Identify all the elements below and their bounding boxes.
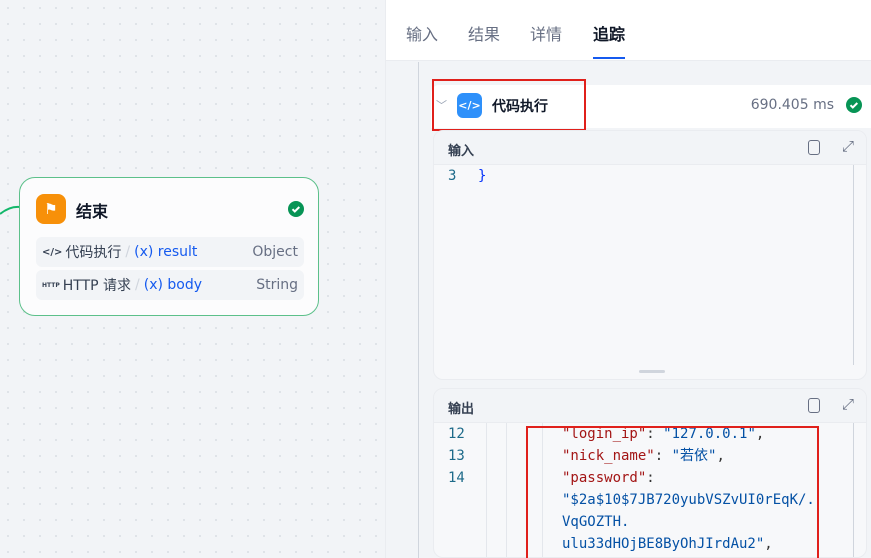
highlight-box [432,79,586,131]
end-flag-icon: ⚑ [36,194,66,224]
var-source: HTTP 请求 [62,278,132,294]
highlight-box [526,426,819,558]
scrollbar[interactable] [853,165,854,365]
scrollbar[interactable] [853,423,854,557]
line-number: 13 [448,448,465,464]
copy-icon[interactable] [808,140,820,155]
tab-detail[interactable]: 详情 [530,21,562,45]
tab-bar: 输入 结果 详情 追踪 [386,0,871,61]
output-var-row[interactable]: </> 代码执行 / (x) result Object [36,237,304,267]
success-check-icon [288,201,304,217]
output-var-row[interactable]: HTTP HTTP 请求 / (x) body String [36,270,304,300]
line-number: 14 [448,470,465,486]
expand-icon[interactable]: ⤢ [842,395,854,413]
output-card-label: 输出 [448,402,475,417]
tab-result[interactable]: 结果 [468,21,500,45]
trace-duration: 690.405 ms [750,97,834,113]
end-node[interactable]: ⚑ 结束 </> 代码执行 / (x) result Object HTTP HT… [19,177,319,316]
var-source: 代码执行 [65,245,122,261]
input-card: 输入 ⤢ 3 } [433,130,867,380]
line-number: 12 [448,426,465,442]
node-title: 结束 [76,202,109,221]
copy-icon[interactable] [808,398,820,413]
line-number: 3 [448,168,457,184]
input-card-label: 输入 [448,144,475,159]
expand-icon[interactable]: ⤢ [842,137,854,155]
run-panel: 输入 结果 详情 追踪 ﹀ </> 代码执行 690.405 ms 输入 ⤢ 3… [385,0,871,558]
tab-trace[interactable]: 追踪 [593,21,626,59]
tab-input[interactable]: 输入 [406,21,438,45]
var-type: String [256,277,298,293]
code-line: } [478,168,487,184]
success-check-icon [846,97,862,113]
http-icon: HTTP [42,281,60,289]
var-name: (x) result [134,244,198,260]
var-name: (x) body [143,277,203,293]
var-type: Object [252,244,298,260]
trace-tree-line [418,62,419,558]
workflow-canvas[interactable]: ⚑ 结束 </> 代码执行 / (x) result Object HTTP HT… [0,0,385,558]
code-icon: </> [42,246,63,258]
resize-handle[interactable] [639,370,665,373]
